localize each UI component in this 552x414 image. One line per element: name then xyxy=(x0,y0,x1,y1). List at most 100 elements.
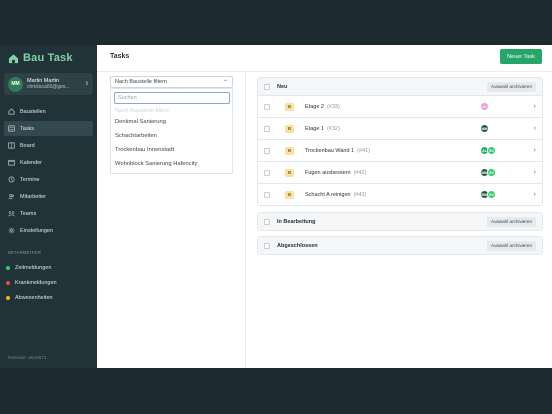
task-title: Fugen ausbessern (#42) xyxy=(305,169,367,176)
app-logo[interactable]: Bau Task xyxy=(8,52,73,64)
user-switcher[interactable]: MM Martin Martin chrisluca00@ges... ⇕ xyxy=(4,73,93,95)
task-row[interactable]: B Etage 2 (#33) JD › xyxy=(258,95,542,117)
chevron-updown-icon: ⇕ xyxy=(84,81,89,87)
assignee-list: MM SV xyxy=(480,190,496,199)
chevron-up-icon: ⌃ xyxy=(222,79,228,86)
sidebar-item-label: Board xyxy=(20,142,35,149)
task-row[interactable]: B Trockenbau Wand 1 (#41) AL SV › xyxy=(258,139,542,161)
group-select-checkbox[interactable] xyxy=(264,218,270,225)
assignee-list: AL SV xyxy=(480,146,496,155)
assignee-list: MM xyxy=(480,124,489,133)
task-id: (#42) xyxy=(353,169,367,176)
task-checkbox[interactable] xyxy=(264,147,270,154)
assignee-list: JD xyxy=(480,102,489,111)
task-title: Trockenbau Wand 1 (#41) xyxy=(305,147,370,154)
sidebar-item-krankmeldungen[interactable]: Krankmeldungen xyxy=(6,275,57,290)
sidebar-item-baustellen[interactable]: Baustellen xyxy=(4,104,93,119)
column-divider xyxy=(245,72,246,368)
sidebar-item-termine[interactable]: Termine xyxy=(4,172,93,187)
user-email: chrisluca00@ges... xyxy=(27,84,70,90)
dropdown-option-placeholder: Nach Baustelle filtern xyxy=(115,107,170,114)
status-dot-red xyxy=(6,280,10,285)
dropdown-option[interactable]: Denkmal Sanierung xyxy=(111,115,232,129)
main-nav: Baustellen Tasks Board Kalender Termine … xyxy=(4,104,93,240)
header-divider xyxy=(97,71,552,72)
group-select-checkbox[interactable] xyxy=(264,242,270,249)
site-filter-select[interactable]: Nach Baustelle filtern ⌃ xyxy=(110,76,233,88)
team-icon xyxy=(8,211,15,217)
sidebar-item-label: Teams xyxy=(20,210,37,217)
avatar: JD xyxy=(480,102,489,111)
avatar: MM xyxy=(480,124,489,133)
avatar: MM xyxy=(8,76,23,92)
task-checkbox[interactable] xyxy=(264,169,270,176)
sidebar-item-label: Termine xyxy=(20,176,40,183)
group-select-checkbox[interactable] xyxy=(264,83,270,90)
dropdown-options: Nach Baustelle filtern Denkmal Sanierung… xyxy=(111,108,232,171)
chevron-right-icon[interactable]: › xyxy=(534,147,536,154)
new-task-button[interactable]: Neuer Task xyxy=(500,49,542,64)
house-icon xyxy=(8,108,15,115)
chevron-right-icon[interactable]: › xyxy=(534,169,536,176)
task-id: (#33) xyxy=(326,103,340,110)
sidebar-item-mitarbeiter[interactable]: Mitarbeiter xyxy=(4,189,93,204)
task-checkbox[interactable] xyxy=(264,103,270,110)
category-badge: B xyxy=(285,146,294,155)
list-icon xyxy=(8,125,15,132)
avatar: SV xyxy=(487,190,496,199)
main-content: Tasks Neuer Task Nach Baustelle filtern … xyxy=(97,45,552,368)
status-dot-yellow xyxy=(6,295,10,300)
category-badge: B xyxy=(285,124,294,133)
calendar-icon xyxy=(8,159,15,166)
sidebar-item-einstellungen[interactable]: Einstellungen xyxy=(4,223,93,238)
task-id: (#41) xyxy=(357,147,370,154)
task-row[interactable]: B Etage 1 (#32) MM › xyxy=(258,117,542,139)
sidebar-item-kalender[interactable]: Kalender xyxy=(4,155,93,170)
sidebar-item-label: Kalender xyxy=(20,159,43,166)
task-checkbox[interactable] xyxy=(264,125,270,132)
chevron-right-icon[interactable]: › xyxy=(534,125,536,132)
assignee-list: MM SV xyxy=(480,168,496,177)
task-title: Etage 2 (#33) xyxy=(305,103,340,110)
dropdown-option[interactable]: Trockenbau Innenstadt xyxy=(111,143,232,157)
group-title: In Bearbeitung xyxy=(277,218,316,225)
dropdown-option[interactable]: Schachtarbeiten xyxy=(111,129,232,143)
sidebar-item-label: Krankmeldungen xyxy=(15,279,57,286)
sidebar-item-tasks[interactable]: Tasks xyxy=(4,121,93,136)
task-checkbox[interactable] xyxy=(264,191,270,198)
settings-icon xyxy=(8,227,15,234)
task-group-abgeschlossen: Abgeschlossen Auswahl archivieren xyxy=(257,236,543,255)
sidebar-item-label: Zeitmeldungen xyxy=(15,264,52,271)
release-version: Release: a5c5671 xyxy=(8,356,47,361)
sidebar-item-zeitmeldungen[interactable]: Zeitmeldungen xyxy=(6,260,57,275)
clock-icon xyxy=(8,176,15,183)
sidebar-item-board[interactable]: Board xyxy=(4,138,93,153)
archive-selection-button[interactable]: Auswahl archivieren xyxy=(486,240,536,251)
sidebar-item-abwesenheiten[interactable]: Abwesenheiten xyxy=(6,290,57,305)
group-title: Neu xyxy=(277,83,288,90)
group-header: Abgeschlossen Auswahl archivieren xyxy=(258,237,542,254)
staff-nav: Zeitmeldungen Krankmeldungen Abwesenheit… xyxy=(6,260,57,305)
dropdown-option[interactable]: Wohnblock Sanierung Hafencity xyxy=(111,157,232,171)
section-label-mitarbeiter: MITARBEITER xyxy=(8,250,42,255)
chevron-right-icon[interactable]: › xyxy=(534,103,536,110)
site-filter-value: Nach Baustelle filtern xyxy=(115,79,167,85)
sidebar-item-label: Einstellungen xyxy=(20,227,54,234)
dropdown-search-input[interactable] xyxy=(114,92,230,104)
sidebar-item-teams[interactable]: Teams xyxy=(4,206,93,221)
task-title: Schacht A reinigen (#43) xyxy=(305,191,367,198)
task-row[interactable]: B Fugen ausbessern (#42) MM SV › xyxy=(258,161,542,183)
archive-selection-button[interactable]: Auswahl archivieren xyxy=(486,216,536,227)
task-row[interactable]: B Schacht A reinigen (#43) MM SV › xyxy=(258,183,542,205)
board-icon xyxy=(8,142,15,149)
task-id: (#32) xyxy=(326,125,340,132)
archive-selection-button[interactable]: Auswahl archivieren xyxy=(486,81,536,92)
sidebar: Bau Task MM Martin Martin chrisluca00@ge… xyxy=(0,45,97,368)
sidebar-item-label: Mitarbeiter xyxy=(20,193,46,200)
page-title: Tasks xyxy=(110,53,130,60)
house-logo-icon xyxy=(8,53,19,63)
sidebar-item-label: Tasks xyxy=(20,125,35,132)
chevron-right-icon[interactable]: › xyxy=(534,191,536,198)
site-filter-dropdown: Nach Baustelle filtern Denkmal Sanierung… xyxy=(110,88,233,174)
task-title: Etage 1 (#32) xyxy=(305,125,340,132)
